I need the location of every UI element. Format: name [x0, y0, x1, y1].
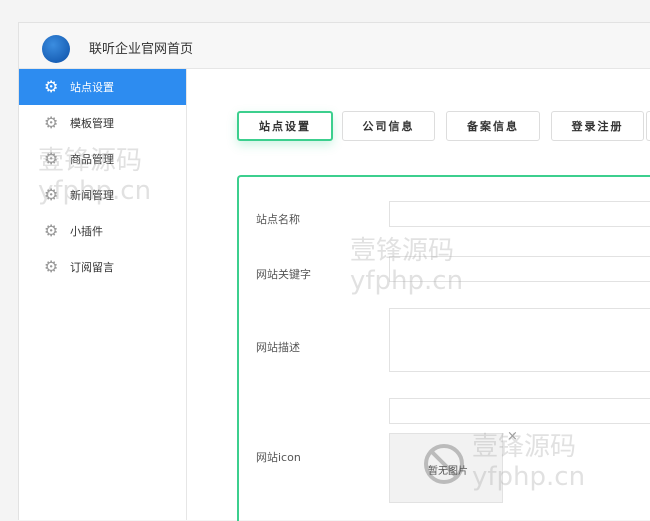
tab-company-info[interactable]: 公司信息	[342, 111, 435, 141]
remove-image-icon[interactable]: ×	[507, 429, 518, 444]
sidebar-item-label: 站点设置	[70, 81, 114, 94]
description-label: 网站描述	[256, 341, 300, 354]
header: 联听企业官网首页	[19, 23, 650, 69]
app-window: 联听企业官网首页 ⚙ 站点设置 ⚙ 模板管理 ⚙ 商品管理 ⚙ 新闻管理 ⚙ 小插件 ⚙ 订…	[18, 22, 650, 521]
sidebar-item-label: 小插件	[70, 225, 103, 238]
tab-login-register[interactable]: 登录注册	[551, 111, 644, 141]
tab-more[interactable]	[646, 111, 650, 141]
tab-site-settings[interactable]: 站点设置	[237, 111, 333, 141]
sidebar-item-label: 商品管理	[70, 153, 114, 166]
icon-label: 网站icon	[256, 451, 301, 464]
sidebar-item-news[interactable]: ⚙ 新闻管理	[19, 177, 186, 213]
site-settings-form: 站点名称 网站关键字 网站描述 网站icon 暂无图片 ×	[237, 175, 650, 521]
icon-preview[interactable]: 暂无图片	[389, 433, 503, 503]
no-image-text: 暂无图片	[428, 466, 468, 477]
logo	[42, 35, 70, 63]
gear-icon: ⚙	[44, 185, 59, 204]
sidebar-item-label: 订阅留言	[70, 261, 114, 274]
site-name-input[interactable]	[389, 201, 650, 227]
gear-icon: ⚙	[44, 221, 59, 240]
gear-icon: ⚙	[44, 77, 59, 96]
gear-icon: ⚙	[44, 113, 59, 132]
gear-icon: ⚙	[44, 149, 59, 168]
sidebar-item-plugins[interactable]: ⚙ 小插件	[19, 213, 186, 249]
sidebar-item-templates[interactable]: ⚙ 模板管理	[19, 105, 186, 141]
keywords-label: 网站关键字	[256, 268, 311, 281]
description-textarea[interactable]	[389, 308, 650, 372]
keywords-input[interactable]	[389, 256, 650, 282]
gear-icon: ⚙	[44, 257, 59, 276]
icon-url-input[interactable]	[389, 398, 650, 424]
tab-filing-info[interactable]: 备案信息	[446, 111, 540, 141]
sidebar-item-messages[interactable]: ⚙ 订阅留言	[19, 249, 186, 285]
sidebar-item-label: 新闻管理	[70, 189, 114, 202]
sidebar-item-site-settings[interactable]: ⚙ 站点设置	[19, 69, 186, 105]
sidebar: ⚙ 站点设置 ⚙ 模板管理 ⚙ 商品管理 ⚙ 新闻管理 ⚙ 小插件 ⚙ 订阅留言	[19, 69, 187, 520]
app-title: 联听企业官网首页	[89, 42, 194, 57]
sidebar-item-label: 模板管理	[70, 117, 114, 130]
site-name-label: 站点名称	[256, 213, 300, 226]
sidebar-item-products[interactable]: ⚙ 商品管理	[19, 141, 186, 177]
